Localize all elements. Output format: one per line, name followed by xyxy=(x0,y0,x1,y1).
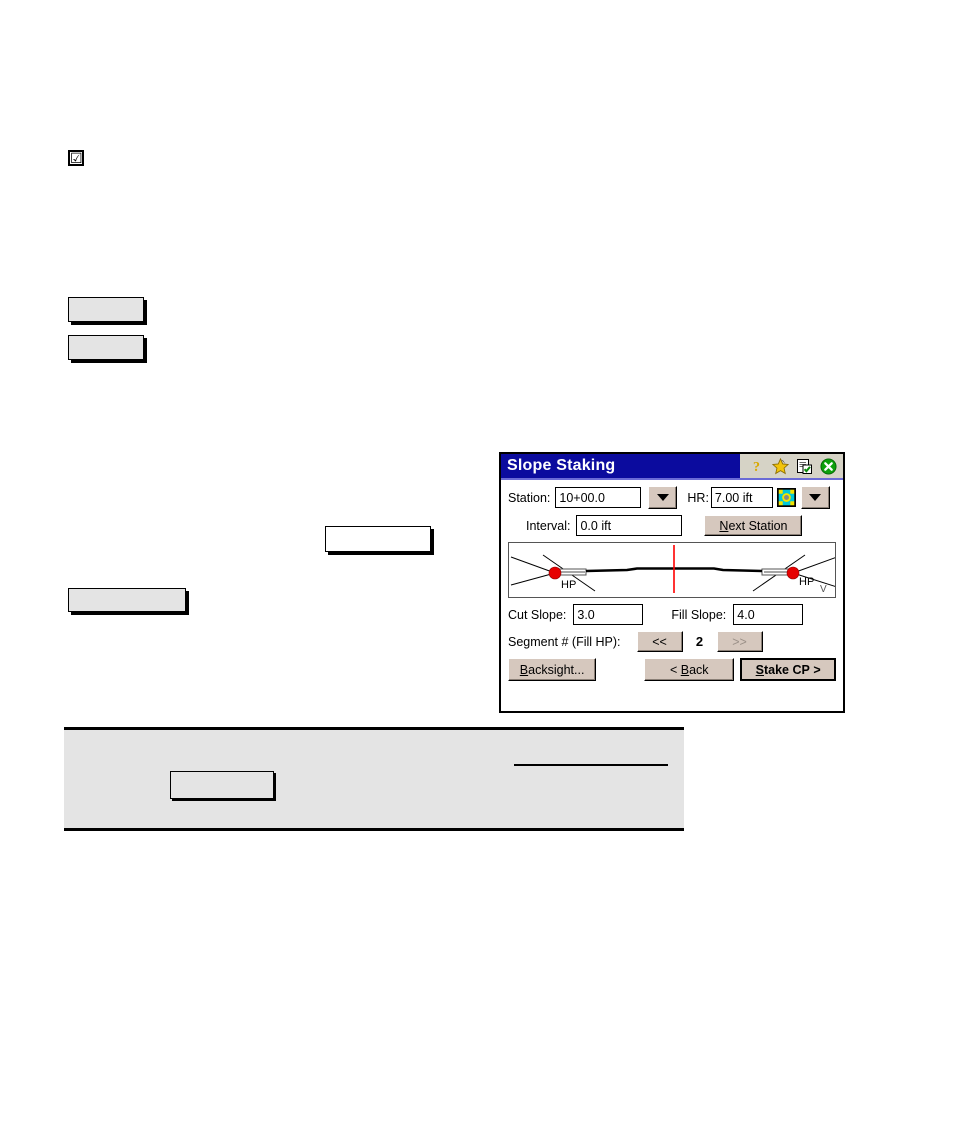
station-label: Station: xyxy=(508,490,551,505)
notes-checklist-icon[interactable] xyxy=(796,458,813,475)
hr-dropdown-button[interactable] xyxy=(800,486,830,509)
blank-button-3[interactable] xyxy=(68,588,186,612)
interval-input[interactable]: 0.0 ift xyxy=(576,515,683,536)
fill-slope-input[interactable]: 4.0 xyxy=(733,604,804,625)
blank-button-2[interactable] xyxy=(68,335,144,360)
svg-text:HP: HP xyxy=(799,576,814,588)
cut-slope-label: Cut Slope: xyxy=(508,607,567,622)
action-button-row: Backsight... < Back Stake CP > xyxy=(508,658,836,681)
station-dropdown-button[interactable] xyxy=(648,486,678,509)
chevron-down-icon xyxy=(656,494,669,501)
cross-section-diagram[interactable]: HP HP V xyxy=(508,542,836,598)
stake-cp-button[interactable]: Stake CP > xyxy=(740,658,836,681)
note-panel xyxy=(64,727,684,831)
hr-label: HR: xyxy=(687,490,709,505)
backsight-label: acksight... xyxy=(528,662,585,677)
station-input[interactable]: 10+00.0 xyxy=(555,487,642,508)
close-icon[interactable] xyxy=(820,457,837,475)
back-accel: B xyxy=(680,662,690,677)
interval-label: Interval: xyxy=(526,518,571,533)
page-checkbox[interactable]: ☑ xyxy=(68,150,84,166)
back-label-prefix: < xyxy=(669,662,681,677)
back-button[interactable]: < Back xyxy=(644,658,735,681)
next-station-accel: N xyxy=(719,518,729,533)
segment-next-button[interactable]: >> xyxy=(716,631,763,652)
segment-row: Segment # (Fill HP): << 2 >> xyxy=(508,631,836,652)
hr-input[interactable]: 7.00 ift xyxy=(710,487,773,508)
note-panel-button[interactable] xyxy=(170,771,274,799)
dialog-title: Slope Staking xyxy=(507,457,616,474)
segment-number: 2 xyxy=(695,634,704,649)
slope-staking-dialog: Slope Staking ? Station: 10+00.0 HR: 7.0… xyxy=(499,452,845,713)
segment-label: Segment # (Fill HP): xyxy=(508,634,621,649)
stake-cp-label: take CP > xyxy=(763,662,821,677)
svg-text:?: ? xyxy=(753,460,760,475)
titlebar-icon-tray: ? xyxy=(740,454,843,478)
svg-text:HP: HP xyxy=(561,579,576,591)
next-station-button[interactable]: Next Station xyxy=(704,515,803,536)
next-station-label: ext Station xyxy=(728,518,788,533)
help-icon[interactable]: ? xyxy=(748,458,765,475)
slope-row: Cut Slope: 3.0 Fill Slope: 4.0 xyxy=(508,604,836,625)
backsight-button[interactable]: Backsight... xyxy=(508,658,597,681)
blank-button-1[interactable] xyxy=(68,297,144,322)
svg-text:V: V xyxy=(820,584,827,595)
fill-slope-label: Fill Slope: xyxy=(671,607,727,622)
stake-cp-accel: S xyxy=(755,662,764,677)
interval-row: Interval: 0.0 ift Next Station xyxy=(508,515,836,536)
back-label: ack xyxy=(689,662,709,677)
station-row: Station: 10+00.0 HR: 7.00 ift xyxy=(508,486,836,509)
note-panel-rule xyxy=(514,764,668,766)
target-prism-icon[interactable] xyxy=(776,488,796,507)
favorites-star-icon[interactable] xyxy=(771,457,790,475)
dialog-body: Station: 10+00.0 HR: 7.00 ift Interval: … xyxy=(501,480,843,681)
segment-prev-button[interactable]: << xyxy=(636,631,683,652)
chevron-down-icon xyxy=(809,494,822,501)
backsight-accel: B xyxy=(519,662,529,677)
blank-field-1[interactable] xyxy=(325,526,431,552)
cut-slope-input[interactable]: 3.0 xyxy=(573,604,644,625)
dialog-titlebar: Slope Staking ? xyxy=(501,454,843,480)
